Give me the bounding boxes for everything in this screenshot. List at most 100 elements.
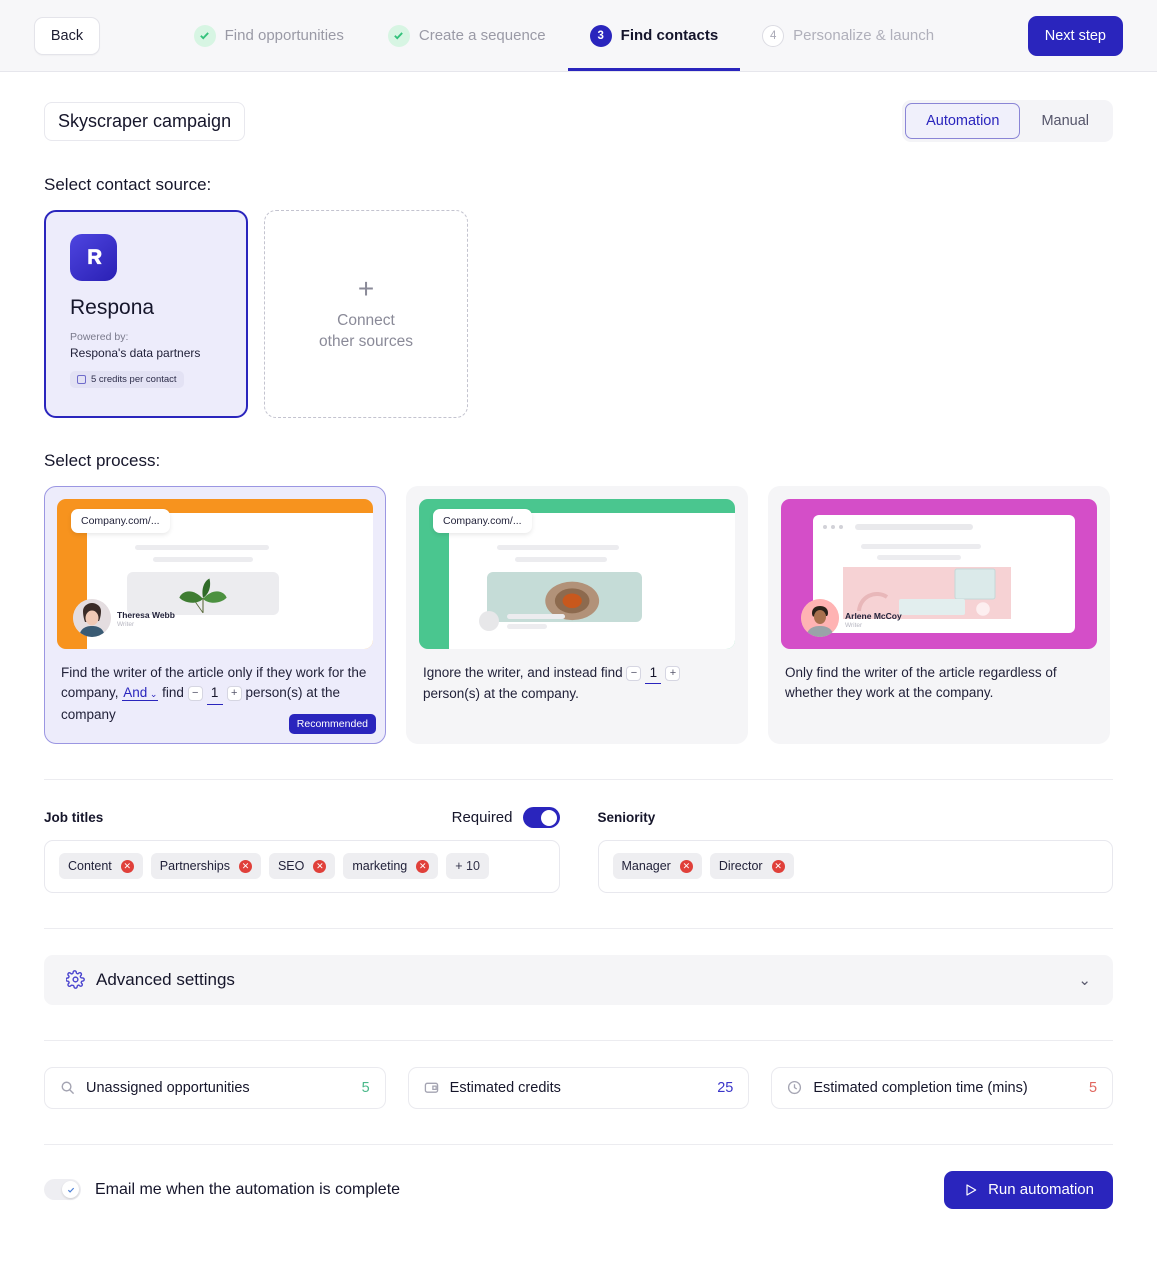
run-automation-button[interactable]: Run automation [944,1171,1113,1209]
tag-label: SEO [278,859,304,873]
email-notification-wrap: Email me when the automation is complete [44,1179,400,1200]
job-titles-label: Job titles [44,810,103,825]
page-body: Skyscraper campaign Automation Manual Se… [0,72,1157,1229]
chevron-down-icon[interactable]: ⌄ [1078,971,1091,989]
stat-label: Unassigned opportunities [86,1080,351,1096]
tab-manual[interactable]: Manual [1020,103,1110,139]
text-placeholder-line [507,614,565,619]
email-notification-toggle[interactable] [44,1179,81,1200]
process-card-ignore-writer[interactable]: Company.com/... Ignore the writer, and i… [406,486,748,744]
tag-manager: Manager ✕ [613,853,702,879]
process-thumbnail: Company.com/... [57,499,373,649]
process-card-writer-only[interactable]: Arlene McCoy Writer Only find the writer… [768,486,1110,744]
credits-badge-text: 5 credits per contact [91,374,177,385]
gear-icon [66,970,85,989]
divider [44,779,1113,780]
person-count-value[interactable]: 1 [645,663,661,684]
connect-line-2: other sources [319,333,413,350]
toggle-knob [62,1181,79,1198]
process-thumbnail: Arlene McCoy Writer [781,499,1097,649]
step-label: Find opportunities [225,27,344,44]
step-create-a-sequence[interactable]: Create a sequence [366,0,568,71]
play-icon [963,1182,979,1198]
recommended-badge: Recommended [289,714,376,734]
tag-content: Content ✕ [59,853,143,879]
person-count-value[interactable]: 1 [207,683,223,704]
email-notification-label: Email me when the automation is complete [95,1181,400,1199]
remove-tag-icon[interactable]: ✕ [121,860,134,873]
desc-part-1: Ignore the writer, and instead find [423,665,623,680]
seniority-input[interactable]: Manager ✕ Director ✕ [598,840,1114,893]
remove-tag-icon[interactable]: ✕ [416,860,429,873]
url-chip: Company.com/... [71,509,170,533]
connect-line-1: Connect [337,312,395,329]
step-personalize-and-launch[interactable]: 4 Personalize & launch [740,0,956,71]
tab-automation[interactable]: Automation [905,103,1020,139]
source-card-respona[interactable]: Respona Powered by: Respona's data partn… [44,210,248,418]
tag-partnerships: Partnerships ✕ [151,853,261,879]
chevron-down-icon: ⌄ [147,689,157,699]
text-placeholder-line [507,624,547,629]
increment-button[interactable]: + [665,666,680,681]
step-find-opportunities[interactable]: Find opportunities [172,0,366,71]
contact-source-label: Select contact source: [44,175,1113,195]
process-description: Only find the writer of the article rega… [781,649,1097,710]
respona-logo-icon [70,234,117,281]
advanced-settings-label: Advanced settings [96,970,1078,990]
required-toggle[interactable] [523,807,560,828]
advanced-settings-accordion[interactable]: Advanced settings ⌄ [44,955,1113,1005]
back-button[interactable]: Back [34,17,100,55]
tag-label: Content [68,859,112,873]
step-number-badge: 4 [762,25,784,47]
person-role: Writer [117,621,134,628]
credit-card-icon [77,375,86,384]
process-thumbnail: Company.com/... [419,499,735,649]
person-role: Writer [845,622,862,629]
filters-row: Job titles Required Content ✕ Partnershi… [44,806,1113,893]
text-placeholder-line [877,555,961,560]
campaign-name-input[interactable]: Skyscraper campaign [44,102,245,141]
step-label: Find contacts [621,27,719,44]
clock-icon [787,1080,802,1095]
text-placeholder-line [135,545,269,550]
job-titles-filter: Job titles Required Content ✕ Partnershi… [44,806,560,893]
data-partners-label: Respona's data partners [70,346,222,360]
select-process-label: Select process: [44,451,1113,471]
step-number-badge: 3 [590,25,612,47]
process-description: Ignore the writer, and instead find − 1 … [419,649,735,711]
required-label: Required [452,809,513,826]
check-icon [194,25,216,47]
step-find-contacts[interactable]: 3 Find contacts [568,0,741,71]
stat-label: Estimated credits [450,1080,707,1096]
text-placeholder-line [861,544,981,549]
stat-value: 5 [362,1080,370,1096]
next-step-button[interactable]: Next step [1028,16,1123,56]
increment-button[interactable]: + [227,686,242,701]
decrement-button[interactable]: − [188,686,203,701]
tag-label: marketing [352,859,407,873]
decrement-button[interactable]: − [626,666,641,681]
process-card-writer-at-company[interactable]: Company.com/... [44,486,386,744]
step-label: Personalize & launch [793,27,934,44]
more-tags-badge[interactable]: + 10 [446,853,489,879]
person-name: Arlene McCoy [845,611,902,621]
divider [44,1144,1113,1145]
desc-part-3: person(s) at the company. [423,686,579,701]
remove-tag-icon[interactable]: ✕ [239,860,252,873]
stat-value: 5 [1089,1080,1097,1096]
remove-tag-icon[interactable]: ✕ [772,860,785,873]
required-toggle-wrap: Required [452,807,560,828]
job-titles-input[interactable]: Content ✕ Partnerships ✕ SEO ✕ marketing… [44,840,560,893]
operator-dropdown[interactable]: And ⌄ [122,685,158,701]
text-placeholder-line [497,545,619,550]
connect-other-sources-card[interactable]: + Connect other sources [264,210,468,418]
remove-tag-icon[interactable]: ✕ [680,860,693,873]
text-placeholder-line [153,557,253,562]
tag-director: Director ✕ [710,853,794,879]
stat-label: Estimated completion time (mins) [813,1080,1078,1096]
person-name: Theresa Webb [117,610,175,620]
step-label: Create a sequence [419,27,546,44]
remove-tag-icon[interactable]: ✕ [313,860,326,873]
check-icon [67,1186,75,1194]
tag-seo: SEO ✕ [269,853,335,879]
